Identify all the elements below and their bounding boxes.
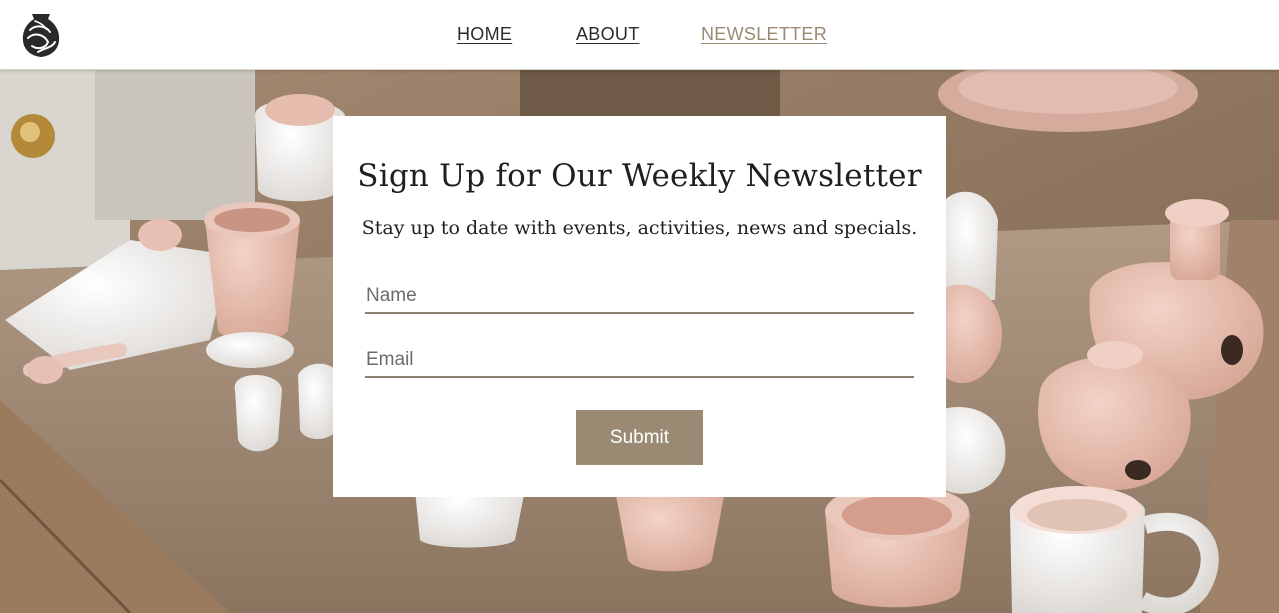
- nav-about-link[interactable]: ABOUT: [576, 24, 640, 45]
- newsletter-subtitle: Stay up to date with events, activities,…: [361, 217, 918, 239]
- name-input[interactable]: [365, 280, 914, 314]
- nav-newsletter-link[interactable]: NEWSLETTER: [701, 24, 827, 45]
- submit-button[interactable]: Submit: [576, 410, 703, 465]
- site-header: HOME ABOUT NEWSLETTER: [0, 0, 1279, 70]
- nav-home-link[interactable]: HOME: [457, 24, 512, 45]
- newsletter-title: Sign Up for Our Weekly Newsletter: [357, 158, 922, 194]
- main-nav: HOME ABOUT NEWSLETTER: [0, 24, 1279, 48]
- newsletter-signup-card: Sign Up for Our Weekly Newsletter Stay u…: [333, 116, 946, 497]
- email-input[interactable]: [365, 344, 914, 378]
